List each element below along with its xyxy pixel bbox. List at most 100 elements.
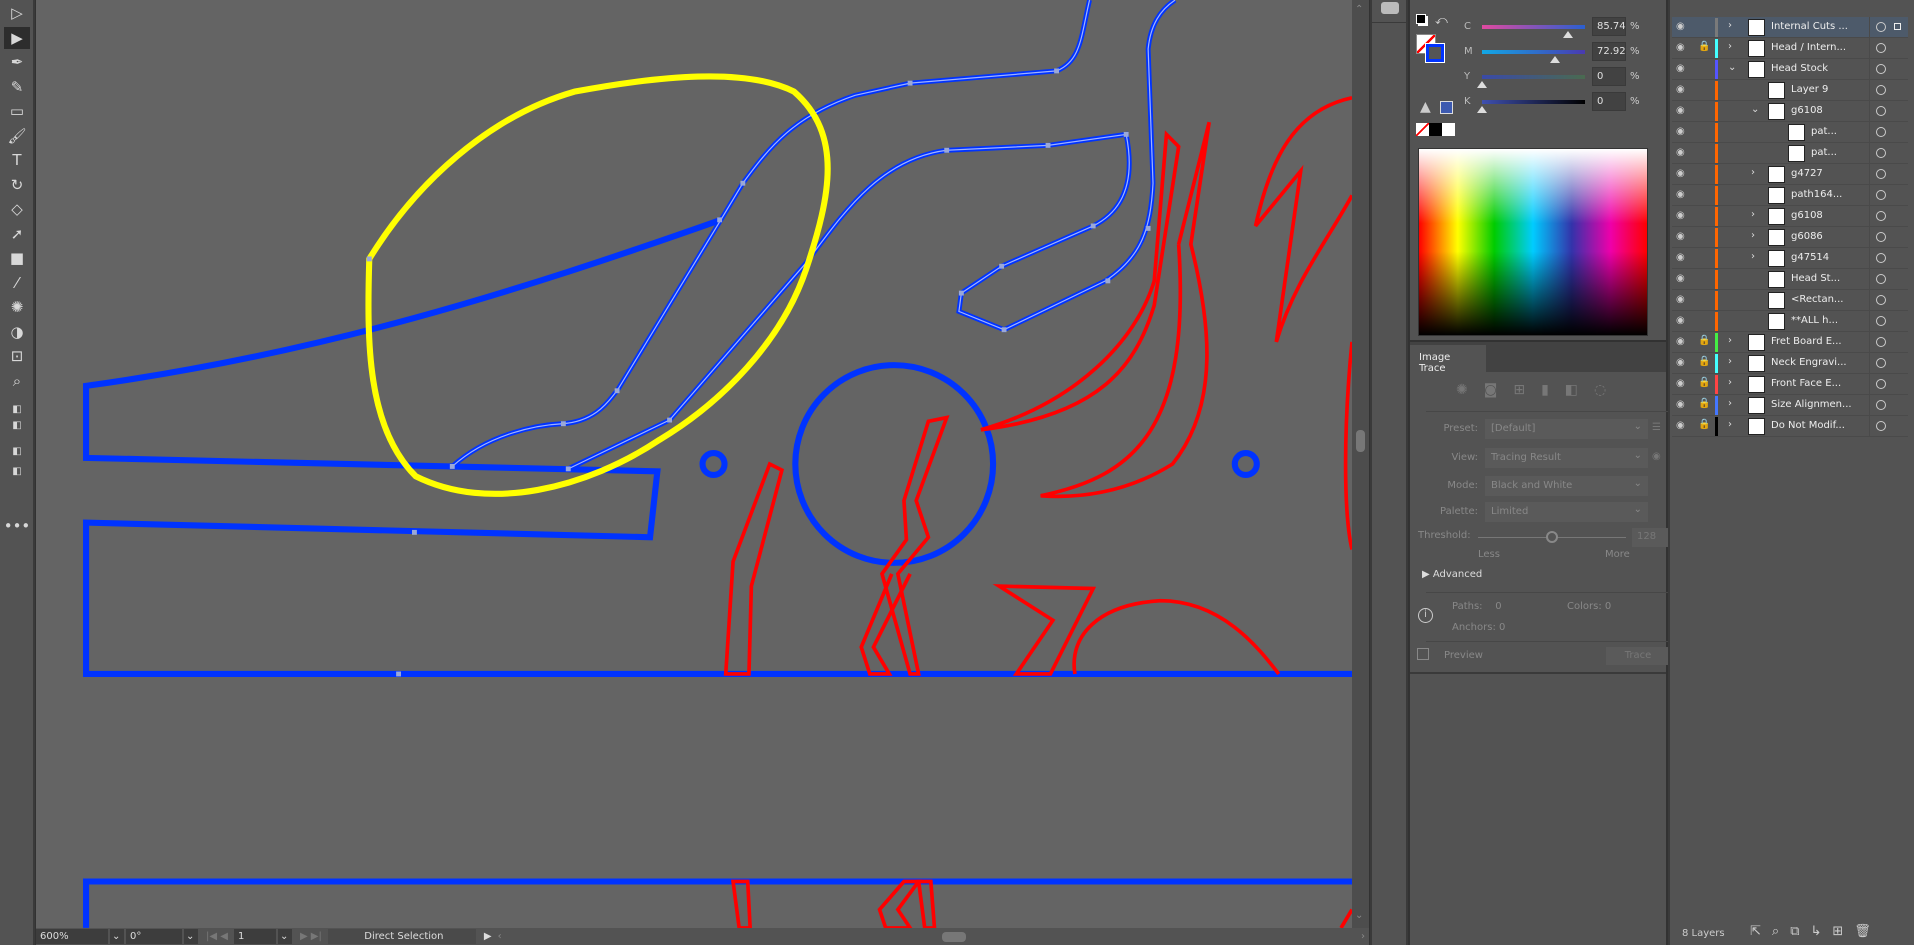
slider-c[interactable] bbox=[1482, 25, 1585, 38]
lock-icon[interactable]: 🔒 bbox=[1698, 41, 1710, 52]
layer-row[interactable]: ◉ 🔒 › Fret Board E... bbox=[1672, 332, 1908, 353]
layer-row[interactable]: ◉ 🔒 › Front Face E... bbox=[1672, 374, 1908, 395]
target-circle-icon[interactable] bbox=[1876, 316, 1886, 326]
chevron-right-icon[interactable]: › bbox=[1751, 230, 1755, 241]
layer-row[interactable]: ◉ 🔒 › Do Not Modif... bbox=[1672, 416, 1908, 437]
target-circle-icon[interactable] bbox=[1876, 85, 1886, 95]
rectangle-tool[interactable]: ▭ bbox=[4, 100, 30, 122]
horizontal-scroll-thumb[interactable] bbox=[941, 931, 966, 942]
layer-name[interactable]: g6086 bbox=[1791, 231, 1823, 242]
target-circle-icon[interactable] bbox=[1876, 106, 1886, 116]
layer-name[interactable]: path164... bbox=[1791, 189, 1842, 200]
layer-name[interactable]: Size Alignmen... bbox=[1771, 399, 1852, 410]
layer-name[interactable]: Front Face E... bbox=[1771, 378, 1841, 389]
gradient-tool[interactable]: ■ bbox=[4, 247, 30, 269]
screen-mode-icon[interactable]: ◧ bbox=[4, 460, 30, 482]
target-circle-icon[interactable] bbox=[1876, 190, 1886, 200]
artboard-dropdown-icon[interactable]: ⌄ bbox=[277, 929, 292, 944]
low-color-preset-icon[interactable]: ⊞ bbox=[1513, 382, 1525, 398]
layer-name[interactable]: Head Stock bbox=[1771, 63, 1828, 74]
out-of-gamut-warning-icon[interactable]: ▲ bbox=[1420, 99, 1431, 115]
direct-selection-tool[interactable]: ▶ bbox=[4, 26, 30, 49]
default-colors-icon[interactable] bbox=[1416, 14, 1426, 24]
outline-preset-icon[interactable]: ◌ bbox=[1594, 382, 1606, 398]
target-circle-icon[interactable] bbox=[1876, 127, 1886, 137]
target-circle-icon[interactable] bbox=[1876, 22, 1886, 32]
puppet-warp-tool[interactable]: ✺ bbox=[4, 296, 30, 318]
target-circle-icon[interactable] bbox=[1876, 43, 1886, 53]
target-circle-icon[interactable] bbox=[1876, 421, 1886, 431]
advanced-toggle[interactable]: ▶ Advanced bbox=[1422, 569, 1482, 580]
chevron-right-icon[interactable]: › bbox=[1751, 251, 1755, 262]
layer-row[interactable]: ◉ <Rectan... bbox=[1672, 290, 1908, 311]
target-circle-icon[interactable] bbox=[1876, 64, 1886, 74]
target-circle-icon[interactable] bbox=[1876, 295, 1886, 305]
locate-object-icon[interactable]: ⌕ bbox=[1772, 924, 1779, 939]
selection-tool[interactable]: ▷ bbox=[4, 2, 30, 24]
artboard-canvas[interactable] bbox=[36, 0, 1352, 928]
none-swatch[interactable] bbox=[1416, 123, 1429, 136]
layer-row[interactable]: ◉ › g4727 bbox=[1672, 164, 1908, 185]
eye-icon[interactable]: ◉ bbox=[1676, 189, 1690, 201]
high-color-preset-icon[interactable]: ◙ bbox=[1484, 382, 1498, 398]
eyedropper-tool[interactable]: ⁄ bbox=[4, 272, 30, 294]
black-swatch[interactable] bbox=[1429, 123, 1442, 136]
lock-icon[interactable]: 🔒 bbox=[1698, 377, 1710, 388]
vertical-scroll-thumb[interactable] bbox=[1356, 430, 1365, 452]
auto-color-preset-icon[interactable]: ✺ bbox=[1456, 382, 1468, 398]
layer-row[interactable]: ◉ Layer 9 bbox=[1672, 80, 1908, 101]
rotate-tool[interactable]: ↻ bbox=[4, 174, 30, 196]
target-circle-icon[interactable] bbox=[1876, 232, 1886, 242]
chevron-right-icon[interactable]: › bbox=[1728, 419, 1732, 430]
chevron-right-icon[interactable]: › bbox=[1728, 377, 1732, 388]
value-field-k[interactable]: 0 bbox=[1592, 92, 1626, 111]
eye-icon[interactable]: ◉ bbox=[1676, 399, 1690, 411]
layer-row[interactable]: ◉ **ALL h... bbox=[1672, 311, 1908, 332]
chevron-right-icon[interactable]: › bbox=[1728, 356, 1732, 367]
target-circle-icon[interactable] bbox=[1876, 358, 1886, 368]
chevron-right-icon[interactable]: › bbox=[1728, 335, 1732, 346]
curvature-tool[interactable]: ✎ bbox=[4, 76, 30, 98]
color-spectrum[interactable] bbox=[1418, 148, 1648, 336]
lock-icon[interactable]: 🔒 bbox=[1698, 419, 1710, 430]
layer-row[interactable]: ◉ path164... bbox=[1672, 185, 1908, 206]
chevron-right-icon[interactable]: › bbox=[1728, 398, 1732, 409]
layer-name[interactable]: Fret Board E... bbox=[1771, 336, 1842, 347]
layer-row[interactable]: ◉ ⌄ Head Stock bbox=[1672, 59, 1908, 80]
collect-for-export-icon[interactable]: ⇱ bbox=[1750, 924, 1761, 939]
slider-thumb[interactable] bbox=[1477, 81, 1487, 88]
selection-indicator[interactable] bbox=[1894, 23, 1901, 30]
layer-name[interactable]: Neck Engravi... bbox=[1771, 357, 1847, 368]
scroll-right-icon[interactable]: › bbox=[1361, 931, 1365, 942]
layer-name[interactable]: g47514 bbox=[1791, 252, 1829, 263]
stroke-swatch[interactable] bbox=[1425, 43, 1445, 63]
zoom-dropdown-icon[interactable]: ⌄ bbox=[110, 929, 124, 944]
first-artboard-icon[interactable]: |◀ ◀ bbox=[206, 931, 228, 942]
chevron-down-icon[interactable]: ⌄ bbox=[1728, 62, 1736, 73]
eye-icon[interactable]: ◉ bbox=[1676, 42, 1690, 54]
trace-button[interactable]: Trace bbox=[1606, 647, 1670, 665]
value-field-y[interactable]: 0 bbox=[1592, 67, 1626, 86]
target-circle-icon[interactable] bbox=[1876, 148, 1886, 158]
gamut-color-swatch[interactable] bbox=[1440, 101, 1453, 114]
layer-row[interactable]: ◉ › Internal Cuts ... bbox=[1672, 17, 1908, 38]
layer-row[interactable]: ◉ › g47514 bbox=[1672, 248, 1908, 269]
new-layer-icon[interactable]: ⊞ bbox=[1832, 924, 1843, 939]
eye-icon[interactable]: ◉ bbox=[1676, 420, 1690, 432]
layer-name[interactable]: pat... bbox=[1811, 126, 1837, 137]
eye-icon[interactable]: ◉ bbox=[1676, 273, 1690, 285]
scroll-left-icon[interactable]: ‹ bbox=[498, 931, 502, 942]
paintbrush-tool[interactable]: 🖌 bbox=[4, 125, 30, 147]
slider-m[interactable] bbox=[1482, 50, 1585, 63]
slider-k[interactable] bbox=[1477, 100, 1585, 113]
eraser-tool[interactable]: ◇ bbox=[4, 198, 30, 220]
scroll-up-icon[interactable]: ⌃ bbox=[1355, 4, 1363, 15]
chevron-down-icon[interactable]: ⌄ bbox=[1751, 104, 1759, 115]
layer-row[interactable]: ◉ › g6086 bbox=[1672, 227, 1908, 248]
chevron-right-icon[interactable]: › bbox=[1728, 20, 1732, 31]
layer-row[interactable]: ◉ 🔒 › Head / Intern... bbox=[1672, 38, 1908, 59]
target-circle-icon[interactable] bbox=[1876, 400, 1886, 410]
eye-icon[interactable]: ◉ bbox=[1676, 231, 1690, 243]
layer-name[interactable]: **ALL h... bbox=[1791, 315, 1838, 326]
layer-name[interactable]: Layer 9 bbox=[1791, 84, 1828, 95]
